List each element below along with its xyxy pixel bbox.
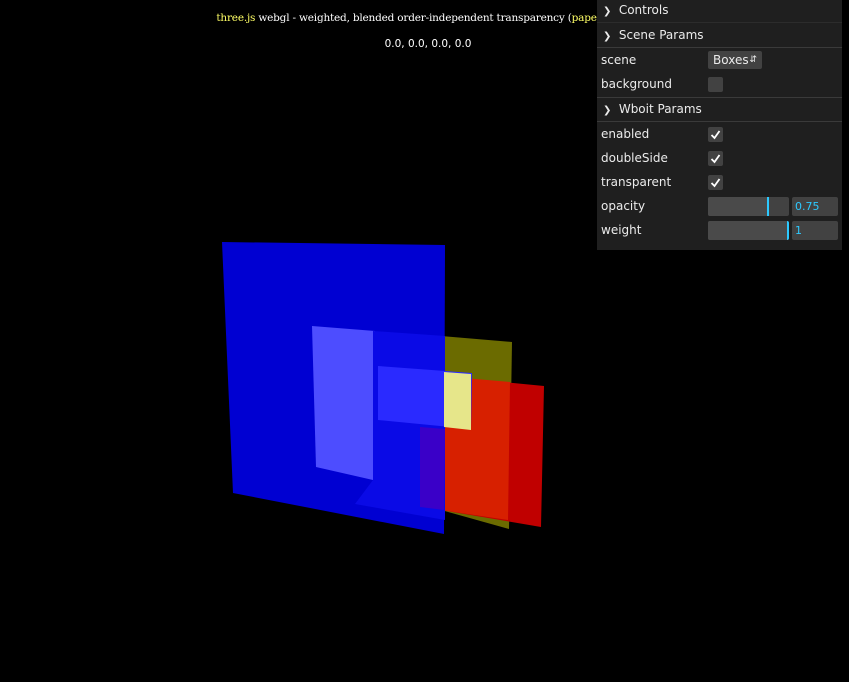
check-icon bbox=[710, 154, 721, 164]
controls-title-text: Controls bbox=[618, 3, 669, 17]
scene-label: scene bbox=[601, 53, 637, 67]
scene-params-folder[interactable]: ❯ Scene Params bbox=[597, 24, 842, 48]
doubleside-label: doubleSide bbox=[601, 151, 668, 165]
transparent-row: transparent bbox=[597, 170, 842, 194]
opacity-slider[interactable] bbox=[708, 197, 789, 216]
background-row: background bbox=[597, 72, 842, 96]
threejs-link[interactable]: three.js bbox=[216, 12, 255, 24]
center-overlap bbox=[444, 372, 471, 430]
transparent-label: transparent bbox=[601, 175, 672, 189]
weight-slider-fill bbox=[708, 221, 787, 240]
weight-row: weight 1 bbox=[597, 218, 842, 242]
chevron-down-icon: ❯ bbox=[603, 31, 612, 42]
wboit-params-title: Wboit Params bbox=[618, 102, 702, 116]
check-icon bbox=[710, 178, 721, 188]
opacity-slider-knob[interactable] bbox=[767, 197, 769, 216]
light-blue-box bbox=[312, 326, 375, 480]
scene-select-value: Boxes bbox=[713, 53, 749, 67]
weight-input[interactable]: 1 bbox=[792, 221, 838, 240]
controls-title[interactable]: ❯ Controls bbox=[597, 0, 842, 23]
wboit-params-folder[interactable]: ❯ Wboit Params bbox=[597, 97, 842, 122]
background-label: background bbox=[601, 77, 672, 91]
chevron-down-icon: ❯ bbox=[603, 6, 612, 17]
opacity-row: opacity 0.75 bbox=[597, 194, 842, 218]
enabled-label: enabled bbox=[601, 127, 650, 141]
scene-params-title: Scene Params bbox=[618, 28, 704, 42]
background-checkbox[interactable] bbox=[708, 77, 723, 92]
scene-row: scene Boxes ⇵ bbox=[597, 48, 842, 72]
opacity-slider-fill bbox=[708, 197, 767, 216]
opacity-label: opacity bbox=[601, 199, 646, 213]
weight-label: weight bbox=[601, 223, 642, 237]
weight-slider[interactable] bbox=[708, 221, 789, 240]
select-arrows-icon: ⇵ bbox=[749, 55, 757, 65]
doubleside-row: doubleSide bbox=[597, 146, 842, 170]
check-icon bbox=[710, 130, 721, 140]
chevron-down-icon: ❯ bbox=[603, 105, 612, 116]
enabled-row: enabled bbox=[597, 122, 842, 146]
transparent-checkbox[interactable] bbox=[708, 175, 723, 190]
opacity-input[interactable]: 0.75 bbox=[792, 197, 838, 216]
weight-slider-knob[interactable] bbox=[787, 221, 789, 240]
scene-select[interactable]: Boxes ⇵ bbox=[708, 51, 762, 69]
enabled-checkbox[interactable] bbox=[708, 127, 723, 142]
purple-overlap bbox=[420, 427, 445, 510]
info-text: webgl - weighted, blended order-independ… bbox=[255, 12, 572, 24]
controls-panel: ❯ Controls ❯ Scene Params scene Boxes ⇵ … bbox=[597, 0, 842, 250]
doubleside-checkbox[interactable] bbox=[708, 151, 723, 166]
